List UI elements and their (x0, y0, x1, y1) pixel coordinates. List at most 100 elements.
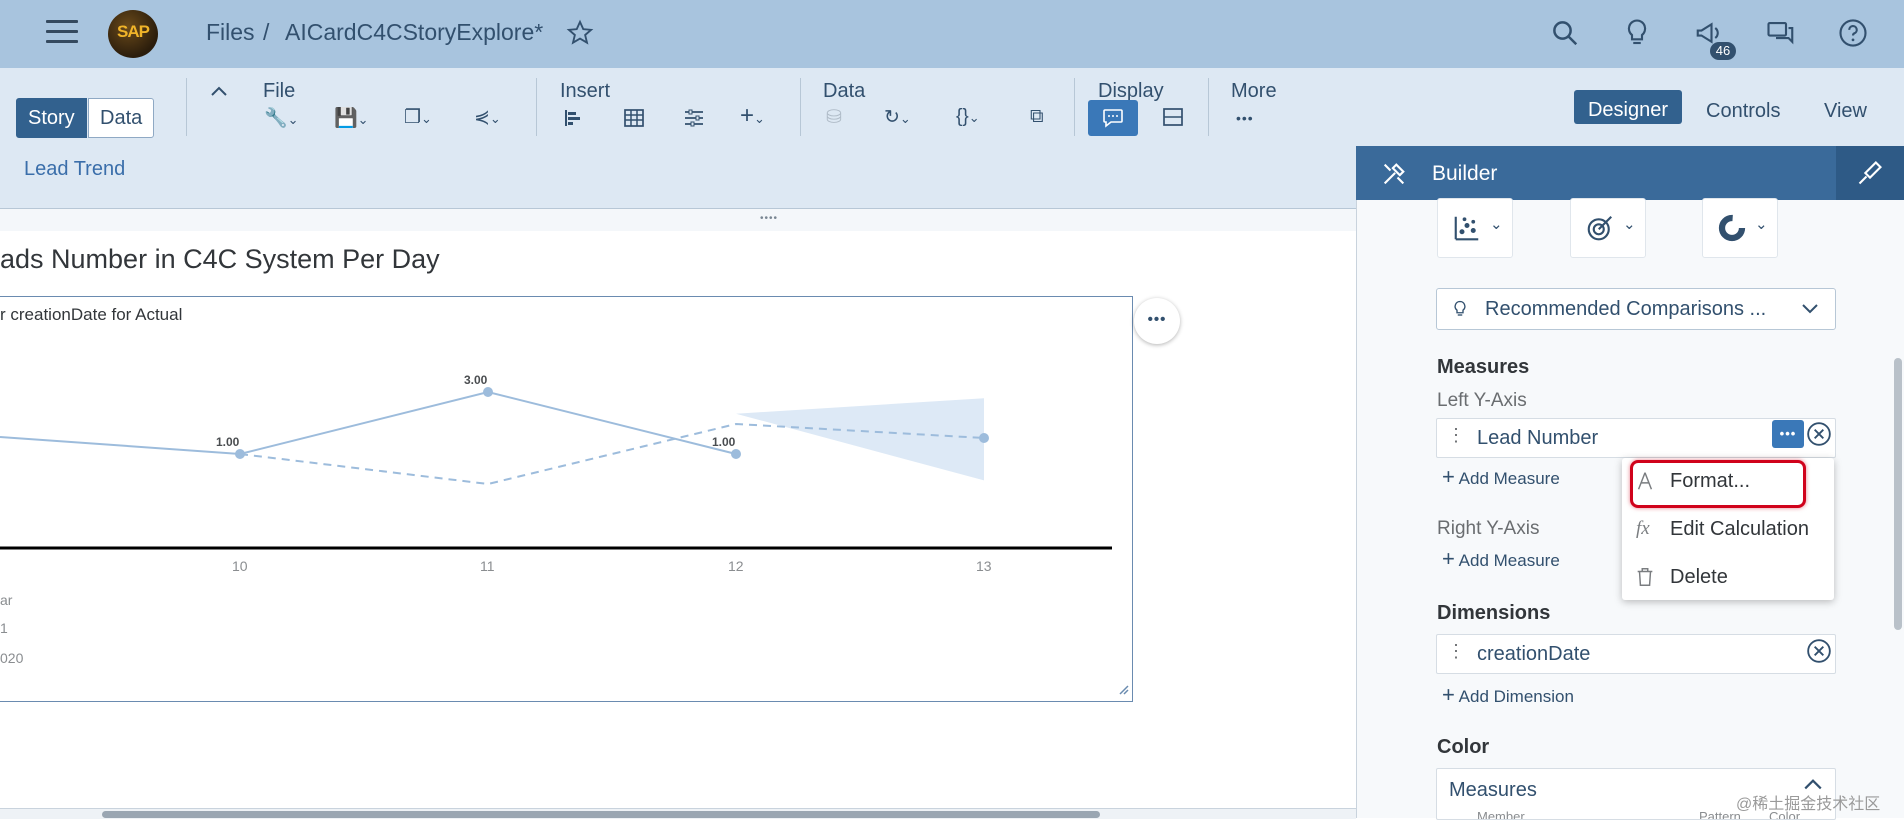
trash-icon (1637, 568, 1653, 586)
x-tick-label: 13 (976, 558, 992, 574)
insert-group-label: Insert (560, 80, 611, 102)
chart-more-button[interactable]: ••• (1134, 298, 1180, 344)
remove-icon[interactable] (1806, 421, 1832, 447)
table-insert-icon[interactable] (622, 106, 646, 130)
plus-icon: + (1442, 546, 1455, 571)
measures-title: Measures (1437, 356, 1530, 378)
line-chart[interactable]: 1.00 3.00 1.00 10 11 12 13 (0, 296, 1133, 700)
lightbulb-icon (1454, 300, 1466, 316)
chart-title: ads Number in C4C System Per Day (0, 244, 440, 274)
right-y-axis-label: Right Y-Axis (1437, 518, 1540, 539)
plus-icon: + (1442, 464, 1455, 489)
file-group-label: File (263, 80, 296, 102)
data-toggle[interactable]: Data (88, 98, 155, 138)
copy-icon[interactable]: ❐⌄ (404, 106, 432, 129)
tools-icon[interactable]: 🔧⌄ (264, 106, 299, 130)
legend-line-3: 020 (0, 650, 24, 666)
sap-logo[interactable]: SAP (108, 10, 158, 58)
builder-title: Builder (1432, 162, 1498, 185)
help-icon[interactable] (1838, 18, 1868, 48)
star-icon[interactable] (566, 19, 594, 47)
scatter-chart-icon (1454, 216, 1479, 241)
chart-insert-icon[interactable] (562, 106, 586, 130)
donut-chart-type-button[interactable]: ⌄ (1702, 198, 1778, 258)
data-point (483, 387, 493, 397)
builder-scrollbar[interactable] (1894, 358, 1902, 630)
toolbar-divider (536, 78, 537, 136)
add-dimension-link[interactable]: + Add Dimension (1442, 684, 1574, 707)
more-overflow-icon[interactable]: ••• (1236, 110, 1254, 126)
filter-controls-icon[interactable] (682, 106, 706, 130)
search-icon[interactable] (1550, 18, 1580, 48)
tools-icon (1383, 163, 1405, 185)
scatter-chart-type-button[interactable]: ⌄ (1437, 198, 1513, 258)
color-col-pattern: Pattern (1699, 809, 1741, 820)
share-icon[interactable]: ⋞⌄ (474, 106, 501, 129)
x-tick-label: 11 (480, 558, 495, 574)
watermark: @稀土掘金技术社区 (1736, 796, 1881, 813)
creation-date-label: creationDate (1477, 643, 1591, 665)
forecast-point (979, 433, 989, 443)
data-point (731, 449, 741, 459)
logo-text: SAP (117, 22, 150, 41)
save-icon[interactable]: 💾⌄ (334, 106, 369, 130)
chevron-down-icon: ⌄ (1490, 216, 1503, 233)
breadcrumb-separator: / (263, 19, 270, 45)
controls-tab[interactable]: Controls (1706, 100, 1780, 123)
plus-icon: + (1442, 682, 1455, 707)
drag-handle-icon[interactable]: •••• (760, 213, 778, 224)
styling-panel-button[interactable] (1836, 146, 1904, 200)
dimensions-title: Dimensions (1437, 602, 1551, 624)
database-icon: ⛁ (826, 107, 842, 128)
comment-mode-button[interactable] (1088, 100, 1138, 136)
remove-icon[interactable] (1806, 638, 1832, 664)
menu-item-edit-calculation[interactable]: Edit Calculation (1670, 518, 1809, 541)
view-tab[interactable]: View (1824, 100, 1867, 123)
canvas-resize-bar[interactable]: •••• (0, 208, 1356, 231)
toolbar-divider (1208, 78, 1209, 136)
more-group-label: More (1231, 80, 1277, 102)
target-icon (1587, 215, 1613, 241)
data-point (235, 449, 245, 459)
chevron-up-icon[interactable] (1803, 777, 1823, 791)
lightbulb-icon[interactable] (1622, 18, 1652, 48)
x-tick-label: 10 (232, 558, 248, 574)
data-label: 1.00 (712, 435, 736, 449)
chevron-down-icon: ⌄ (1755, 216, 1768, 233)
color-title: Color (1437, 736, 1490, 758)
recommended-label: Recommended Comparisons ... (1485, 298, 1767, 320)
format-highlight-box (1630, 460, 1806, 508)
chat-icon[interactable] (1766, 18, 1796, 48)
lead-number-label: Lead Number (1477, 427, 1599, 449)
legend-line-2: 1 (0, 620, 8, 636)
menu-icon[interactable] (46, 20, 78, 46)
donut-chart-icon (1718, 214, 1746, 242)
linked-analysis-icon[interactable]: ⧉ (1030, 106, 1044, 128)
add-icon[interactable]: +⌄ (740, 102, 765, 130)
forecast-band (736, 398, 984, 481)
target-chart-type-button[interactable]: ⌄ (1570, 198, 1646, 258)
collapse-icon[interactable] (210, 84, 228, 98)
measure-more-button[interactable]: ••• (1772, 420, 1804, 448)
recommended-comparisons-dropdown[interactable]: Recommended Comparisons ... (1436, 288, 1836, 330)
menu-item-delete[interactable]: Delete (1670, 566, 1728, 589)
layout-icon[interactable] (1162, 106, 1184, 128)
data-label: 3.00 (464, 373, 488, 387)
creation-date-field[interactable]: ⋮ creationDate (1436, 634, 1836, 674)
paintbrush-icon (1858, 161, 1882, 185)
drag-handle-icon[interactable]: ⋮ (1447, 425, 1465, 446)
designer-tab[interactable]: Designer (1574, 90, 1682, 124)
add-measure-link[interactable]: + Add Measure (1442, 466, 1560, 489)
color-col-member: Member (1477, 809, 1525, 820)
legend-line-1: ar (0, 592, 13, 608)
formula-icon[interactable]: {}⌄ (956, 106, 980, 128)
page-tab-lead-trend[interactable]: Lead Trend (24, 158, 125, 181)
add-measure-link-2[interactable]: + Add Measure (1442, 548, 1560, 571)
drag-handle-icon[interactable]: ⋮ (1447, 641, 1465, 662)
story-toggle[interactable]: Story (16, 98, 87, 138)
refresh-icon[interactable]: ↻⌄ (884, 106, 911, 129)
add-measure-label: Add Measure (1458, 469, 1560, 488)
breadcrumb-files[interactable]: Files (206, 19, 255, 46)
series-line (0, 390, 737, 456)
scrollbar-thumb[interactable] (102, 811, 1100, 818)
